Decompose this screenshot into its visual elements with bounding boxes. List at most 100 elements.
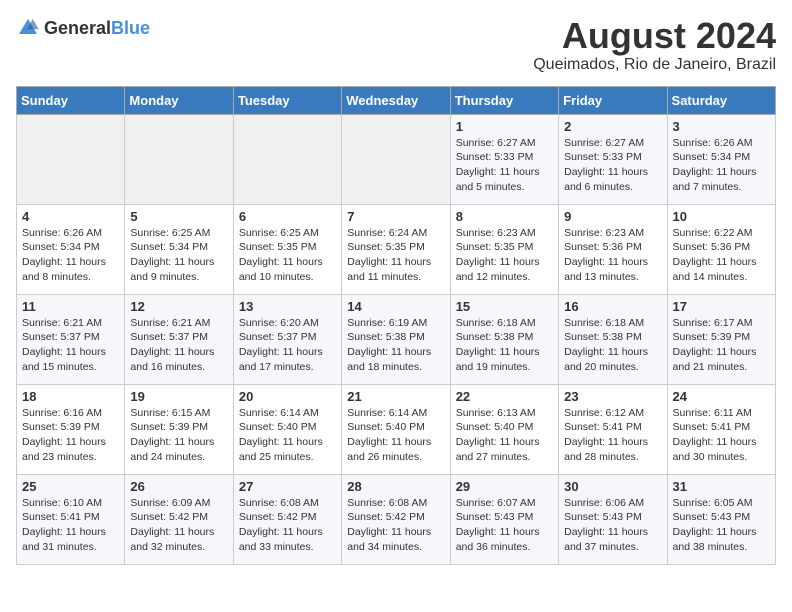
calendar-cell: 26 Sunrise: 6:09 AM Sunset: 5:42 PM Dayli… — [125, 474, 233, 564]
calendar-table: Sunday Monday Tuesday Wednesday Thursday… — [16, 86, 776, 565]
day-info: Sunrise: 6:14 AM Sunset: 5:40 PM Dayligh… — [347, 406, 444, 465]
day-info: Sunrise: 6:18 AM Sunset: 5:38 PM Dayligh… — [456, 316, 553, 375]
day-number: 11 — [22, 299, 119, 314]
day-info: Sunrise: 6:08 AM Sunset: 5:42 PM Dayligh… — [347, 496, 444, 555]
calendar-week-row: 11 Sunrise: 6:21 AM Sunset: 5:37 PM Dayli… — [17, 294, 776, 384]
day-number: 22 — [456, 389, 553, 404]
location: Queimados, Rio de Janeiro, Brazil — [533, 56, 776, 74]
day-info: Sunrise: 6:26 AM Sunset: 5:34 PM Dayligh… — [22, 226, 119, 285]
day-number: 13 — [239, 299, 336, 314]
day-info: Sunrise: 6:15 AM Sunset: 5:39 PM Dayligh… — [130, 406, 227, 465]
calendar-cell: 24 Sunrise: 6:11 AM Sunset: 5:41 PM Dayli… — [667, 384, 775, 474]
calendar-cell: 17Sunrise: 6:17 AM Sunset: 5:39 PM Dayli… — [667, 294, 775, 384]
day-number: 21 — [347, 389, 444, 404]
header-sunday: Sunday — [17, 86, 125, 114]
calendar-cell: 23 Sunrise: 6:12 AM Sunset: 5:41 PM Dayli… — [559, 384, 667, 474]
day-info: Sunrise: 6:24 AM Sunset: 5:35 PM Dayligh… — [347, 226, 444, 285]
day-number: 16 — [564, 299, 661, 314]
day-number: 2 — [564, 119, 661, 134]
day-number: 18 — [22, 389, 119, 404]
month-title: August 2024 — [533, 16, 776, 56]
day-number: 14 — [347, 299, 444, 314]
calendar-cell: 4 Sunrise: 6:26 AM Sunset: 5:34 PM Daylig… — [17, 204, 125, 294]
calendar-cell: 12 Sunrise: 6:21 AM Sunset: 5:37 PM Dayli… — [125, 294, 233, 384]
header-wednesday: Wednesday — [342, 86, 450, 114]
day-number: 8 — [456, 209, 553, 224]
day-number: 31 — [673, 479, 770, 494]
logo: General Blue — [16, 16, 150, 40]
calendar-cell: 21 Sunrise: 6:14 AM Sunset: 5:40 PM Dayli… — [342, 384, 450, 474]
calendar-cell: 20Sunrise: 6:14 AM Sunset: 5:40 PM Dayli… — [233, 384, 341, 474]
day-number: 12 — [130, 299, 227, 314]
calendar-cell: 2Sunrise: 6:27 AM Sunset: 5:33 PM Daylig… — [559, 114, 667, 204]
calendar-cell: 18 Sunrise: 6:16 AM Sunset: 5:39 PM Dayli… — [17, 384, 125, 474]
day-info: Sunrise: 6:25 AM Sunset: 5:34 PM Dayligh… — [130, 226, 227, 285]
calendar-week-row: 18 Sunrise: 6:16 AM Sunset: 5:39 PM Dayli… — [17, 384, 776, 474]
calendar-week-row: 4 Sunrise: 6:26 AM Sunset: 5:34 PM Daylig… — [17, 204, 776, 294]
header-row: Sunday Monday Tuesday Wednesday Thursday… — [17, 86, 776, 114]
day-number: 28 — [347, 479, 444, 494]
day-info: Sunrise: 6:20 AM Sunset: 5:37 PM Dayligh… — [239, 316, 336, 375]
day-number: 5 — [130, 209, 227, 224]
day-info: Sunrise: 6:08 AM Sunset: 5:42 PM Dayligh… — [239, 496, 336, 555]
day-info: Sunrise: 6:16 AM Sunset: 5:39 PM Dayligh… — [22, 406, 119, 465]
day-info: Sunrise: 6:22 AM Sunset: 5:36 PM Dayligh… — [673, 226, 770, 285]
day-number: 23 — [564, 389, 661, 404]
day-info: Sunrise: 6:21 AM Sunset: 5:37 PM Dayligh… — [130, 316, 227, 375]
day-info: Sunrise: 6:25 AM Sunset: 5:35 PM Dayligh… — [239, 226, 336, 285]
calendar-cell: 22Sunrise: 6:13 AM Sunset: 5:40 PM Dayli… — [450, 384, 558, 474]
calendar-body: 1Sunrise: 6:27 AM Sunset: 5:33 PM Daylig… — [17, 114, 776, 564]
calendar-cell: 29 Sunrise: 6:07 AM Sunset: 5:43 PM Dayli… — [450, 474, 558, 564]
day-number: 17 — [673, 299, 770, 314]
day-number: 29 — [456, 479, 553, 494]
day-info: Sunrise: 6:19 AM Sunset: 5:38 PM Dayligh… — [347, 316, 444, 375]
calendar-cell: 25Sunrise: 6:10 AM Sunset: 5:41 PM Dayli… — [17, 474, 125, 564]
day-number: 1 — [456, 119, 553, 134]
day-number: 9 — [564, 209, 661, 224]
calendar-cell: 31Sunrise: 6:05 AM Sunset: 5:43 PM Dayli… — [667, 474, 775, 564]
day-number: 26 — [130, 479, 227, 494]
logo-blue: Blue — [111, 18, 150, 39]
day-info: Sunrise: 6:23 AM Sunset: 5:35 PM Dayligh… — [456, 226, 553, 285]
day-info: Sunrise: 6:18 AM Sunset: 5:38 PM Dayligh… — [564, 316, 661, 375]
day-number: 15 — [456, 299, 553, 314]
day-info: Sunrise: 6:10 AM Sunset: 5:41 PM Dayligh… — [22, 496, 119, 555]
day-info: Sunrise: 6:12 AM Sunset: 5:41 PM Dayligh… — [564, 406, 661, 465]
calendar-cell: 15 Sunrise: 6:18 AM Sunset: 5:38 PM Dayli… — [450, 294, 558, 384]
calendar-week-row: 25Sunrise: 6:10 AM Sunset: 5:41 PM Dayli… — [17, 474, 776, 564]
day-info: Sunrise: 6:26 AM Sunset: 5:34 PM Dayligh… — [673, 136, 770, 195]
day-number: 30 — [564, 479, 661, 494]
title-block: August 2024 Queimados, Rio de Janeiro, B… — [533, 16, 776, 74]
calendar-cell: 6 Sunrise: 6:25 AM Sunset: 5:35 PM Daylig… — [233, 204, 341, 294]
header-tuesday: Tuesday — [233, 86, 341, 114]
calendar-cell: 30Sunrise: 6:06 AM Sunset: 5:43 PM Dayli… — [559, 474, 667, 564]
calendar-cell: 19Sunrise: 6:15 AM Sunset: 5:39 PM Dayli… — [125, 384, 233, 474]
page-header: General Blue August 2024 Queimados, Rio … — [16, 16, 776, 74]
calendar-cell: 1Sunrise: 6:27 AM Sunset: 5:33 PM Daylig… — [450, 114, 558, 204]
calendar-week-row: 1Sunrise: 6:27 AM Sunset: 5:33 PM Daylig… — [17, 114, 776, 204]
calendar-cell: 13 Sunrise: 6:20 AM Sunset: 5:37 PM Dayli… — [233, 294, 341, 384]
day-number: 6 — [239, 209, 336, 224]
calendar-cell — [342, 114, 450, 204]
day-number: 4 — [22, 209, 119, 224]
logo-general: General — [44, 18, 111, 39]
day-info: Sunrise: 6:21 AM Sunset: 5:37 PM Dayligh… — [22, 316, 119, 375]
day-info: Sunrise: 6:23 AM Sunset: 5:36 PM Dayligh… — [564, 226, 661, 285]
day-info: Sunrise: 6:11 AM Sunset: 5:41 PM Dayligh… — [673, 406, 770, 465]
header-thursday: Thursday — [450, 86, 558, 114]
day-number: 24 — [673, 389, 770, 404]
calendar-cell: 10 Sunrise: 6:22 AM Sunset: 5:36 PM Dayli… — [667, 204, 775, 294]
calendar-cell: 16 Sunrise: 6:18 AM Sunset: 5:38 PM Dayli… — [559, 294, 667, 384]
calendar-cell: 27 Sunrise: 6:08 AM Sunset: 5:42 PM Dayli… — [233, 474, 341, 564]
calendar-cell: 8 Sunrise: 6:23 AM Sunset: 5:35 PM Daylig… — [450, 204, 558, 294]
calendar-cell: 7 Sunrise: 6:24 AM Sunset: 5:35 PM Daylig… — [342, 204, 450, 294]
day-info: Sunrise: 6:09 AM Sunset: 5:42 PM Dayligh… — [130, 496, 227, 555]
day-number: 27 — [239, 479, 336, 494]
day-number: 10 — [673, 209, 770, 224]
calendar-cell — [233, 114, 341, 204]
day-number: 7 — [347, 209, 444, 224]
calendar-cell: 11 Sunrise: 6:21 AM Sunset: 5:37 PM Dayli… — [17, 294, 125, 384]
calendar-cell: 28 Sunrise: 6:08 AM Sunset: 5:42 PM Dayli… — [342, 474, 450, 564]
calendar-header: Sunday Monday Tuesday Wednesday Thursday… — [17, 86, 776, 114]
day-info: Sunrise: 6:07 AM Sunset: 5:43 PM Dayligh… — [456, 496, 553, 555]
